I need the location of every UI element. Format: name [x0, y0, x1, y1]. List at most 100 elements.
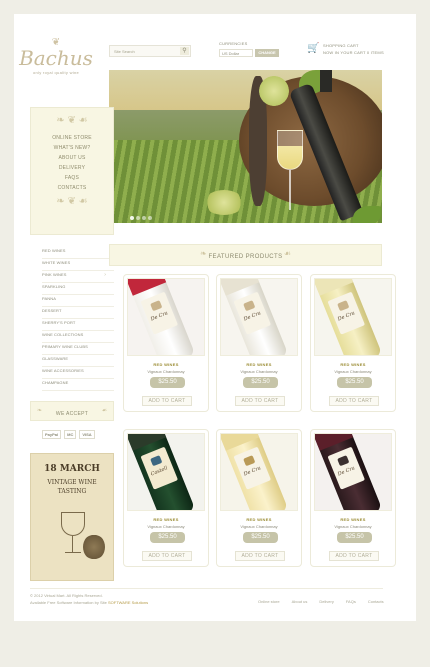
promo-line1: VINTAGE WINE: [47, 479, 97, 486]
cart-icon[interactable]: 🛒: [307, 44, 319, 54]
product-image[interactable]: De Cru: [314, 433, 392, 511]
label-crest: [337, 300, 350, 312]
hero-banner[interactable]: [109, 70, 382, 223]
hero-wine-glass: [277, 130, 303, 170]
label-crest: [150, 455, 163, 467]
product-image[interactable]: Castell: [127, 433, 205, 511]
label-crest: [243, 300, 256, 312]
product-image[interactable]: De Cru: [220, 433, 298, 511]
category-item[interactable]: SHERRY'S PORT: [42, 319, 114, 331]
nav-about-us[interactable]: ABOUT US: [31, 153, 113, 163]
category-item[interactable]: PRIMARY WINE CLUBS: [42, 343, 114, 355]
add-to-cart-button[interactable]: ADD TO CART: [235, 551, 285, 561]
product-image[interactable]: De Cru: [220, 278, 298, 356]
label-script: De Cru: [242, 310, 262, 323]
label-script: De Cru: [336, 310, 356, 323]
product-card[interactable]: De Cru RED WINES Vignaux Chardonnay $25.…: [216, 429, 302, 567]
label-crest: [150, 300, 163, 312]
footer-link-online-store[interactable]: Online store: [258, 599, 280, 604]
product-name[interactable]: Vignaux Chardonnay: [124, 369, 208, 374]
category-item[interactable]: WINE COLLECTIONS: [42, 331, 114, 343]
product-name[interactable]: Vignaux Chardonnay: [217, 369, 301, 374]
footer-more-text: Available Free Software Information by S…: [30, 600, 107, 605]
brand-logo[interactable]: ❦ Bachus only royal quality wine: [16, 38, 96, 92]
slider-pagination: [130, 216, 152, 220]
add-to-cart-button[interactable]: ADD TO CART: [142, 396, 192, 406]
label-script: De Cru: [242, 465, 262, 478]
add-to-cart-button[interactable]: ADD TO CART: [329, 551, 379, 561]
product-name[interactable]: Vignaux Chardonnay: [311, 524, 395, 529]
add-to-cart-button[interactable]: ADD TO CART: [235, 396, 285, 406]
bottle-label: Castell: [140, 446, 179, 490]
product-category: RED WINES: [246, 362, 272, 367]
promo-line2: TASTING: [57, 488, 87, 495]
category-item[interactable]: PINK WINES ›: [42, 271, 114, 283]
bottle-label: De Cru: [233, 291, 272, 335]
wine-bottle: De Cru: [315, 434, 383, 510]
we-accept-title: WE ACCEPT: [55, 411, 89, 417]
search-input[interactable]: Site Search ⚲: [109, 45, 191, 57]
footer-more-link[interactable]: SOFTWARE Solutions: [108, 600, 148, 605]
product-category: RED WINES: [340, 362, 366, 367]
slider-dot-1[interactable]: [130, 216, 134, 220]
add-to-cart-button[interactable]: ADD TO CART: [142, 551, 192, 561]
wine-glass-base: [65, 552, 81, 553]
category-item[interactable]: RED WINES: [42, 247, 114, 259]
label-crest: [243, 455, 256, 467]
hero-grapes: [259, 76, 289, 106]
flourish-left-icon: ❧: [200, 249, 207, 258]
product-card[interactable]: De Cru RED WINES Vignaux Chardonnay $25.…: [123, 274, 209, 412]
grapes-icon: [83, 534, 105, 560]
product-name[interactable]: Vignaux Chardonnay: [217, 524, 301, 529]
bottle-label: De Cru: [140, 291, 179, 335]
promo-banner[interactable]: 18 MARCH VINTAGE WINE TASTING: [30, 453, 114, 581]
category-item[interactable]: CHAMPAGNE: [42, 379, 114, 391]
flourish-right-icon: ☙: [283, 249, 291, 258]
product-card[interactable]: De Cru RED WINES Vignaux Chardonnay $25.…: [310, 429, 396, 567]
footer-link-contacts[interactable]: Contacts: [368, 599, 384, 604]
bottle-label: De Cru: [233, 446, 272, 490]
nav-online-store[interactable]: ONLINE STORE: [31, 133, 113, 143]
product-card[interactable]: De Cru RED WINES Vignaux Chardonnay $25.…: [310, 274, 396, 412]
footer-link-about-us[interactable]: About us: [292, 599, 308, 604]
search-icon[interactable]: ⚲: [180, 47, 189, 55]
category-item[interactable]: SPARKLING: [42, 283, 114, 295]
currency-select[interactable]: US Dollar: [219, 49, 253, 57]
wine-bottle: De Cru: [221, 279, 289, 355]
brand-tagline: only royal quality wine: [32, 70, 80, 75]
featured-title: FEATURED PRODUCTS: [208, 254, 283, 260]
add-to-cart-button[interactable]: ADD TO CART: [329, 396, 379, 406]
nav-delivery[interactable]: DELIVERY: [31, 163, 113, 173]
product-card[interactable]: Castell RED WINES Vignaux Chardonnay $25…: [123, 429, 209, 567]
label-crest: [337, 455, 350, 467]
label-script: De Cru: [149, 310, 169, 323]
nav-faqs[interactable]: FAQS: [31, 173, 113, 183]
category-item[interactable]: PANNA: [42, 295, 114, 307]
we-accept-panel: ❧ WE ACCEPT ☙: [30, 401, 114, 421]
product-image[interactable]: De Cru: [127, 278, 205, 356]
product-name[interactable]: Vignaux Chardonnay: [311, 369, 395, 374]
hero-leaf-bottom: [353, 206, 381, 223]
product-card[interactable]: De Cru RED WINES Vignaux Chardonnay $25.…: [216, 274, 302, 412]
cart-title[interactable]: SHOPPING CART: [323, 43, 359, 48]
product-price: $25.50: [337, 532, 372, 543]
category-item[interactable]: GLASSWARE: [42, 355, 114, 367]
hero-bottle-neck: [320, 70, 332, 92]
category-item[interactable]: DESSERT: [42, 307, 114, 319]
wine-glass-icon: [61, 512, 85, 536]
product-price: $25.50: [337, 377, 372, 388]
product-image[interactable]: De Cru: [314, 278, 392, 356]
footer-link-delivery[interactable]: Delivery: [319, 599, 333, 604]
slider-dot-4[interactable]: [148, 216, 152, 220]
product-name[interactable]: Vignaux Chardonnay: [124, 524, 208, 529]
nav-contacts[interactable]: CONTACTS: [31, 183, 113, 193]
slider-dot-3[interactable]: [142, 216, 146, 220]
footer-link-faqs[interactable]: FAQs: [346, 599, 356, 604]
payment-cards: PayPal MC VISA: [42, 430, 95, 439]
nav-whats-new[interactable]: WHAT'S NEW?: [31, 143, 113, 153]
currency-change-button[interactable]: CHANGE: [255, 49, 279, 57]
slider-dot-2[interactable]: [136, 216, 140, 220]
category-item[interactable]: WINE ACCESSORIES: [42, 367, 114, 379]
visa-icon: VISA: [79, 430, 95, 439]
category-item[interactable]: WHITE WINES: [42, 259, 114, 271]
